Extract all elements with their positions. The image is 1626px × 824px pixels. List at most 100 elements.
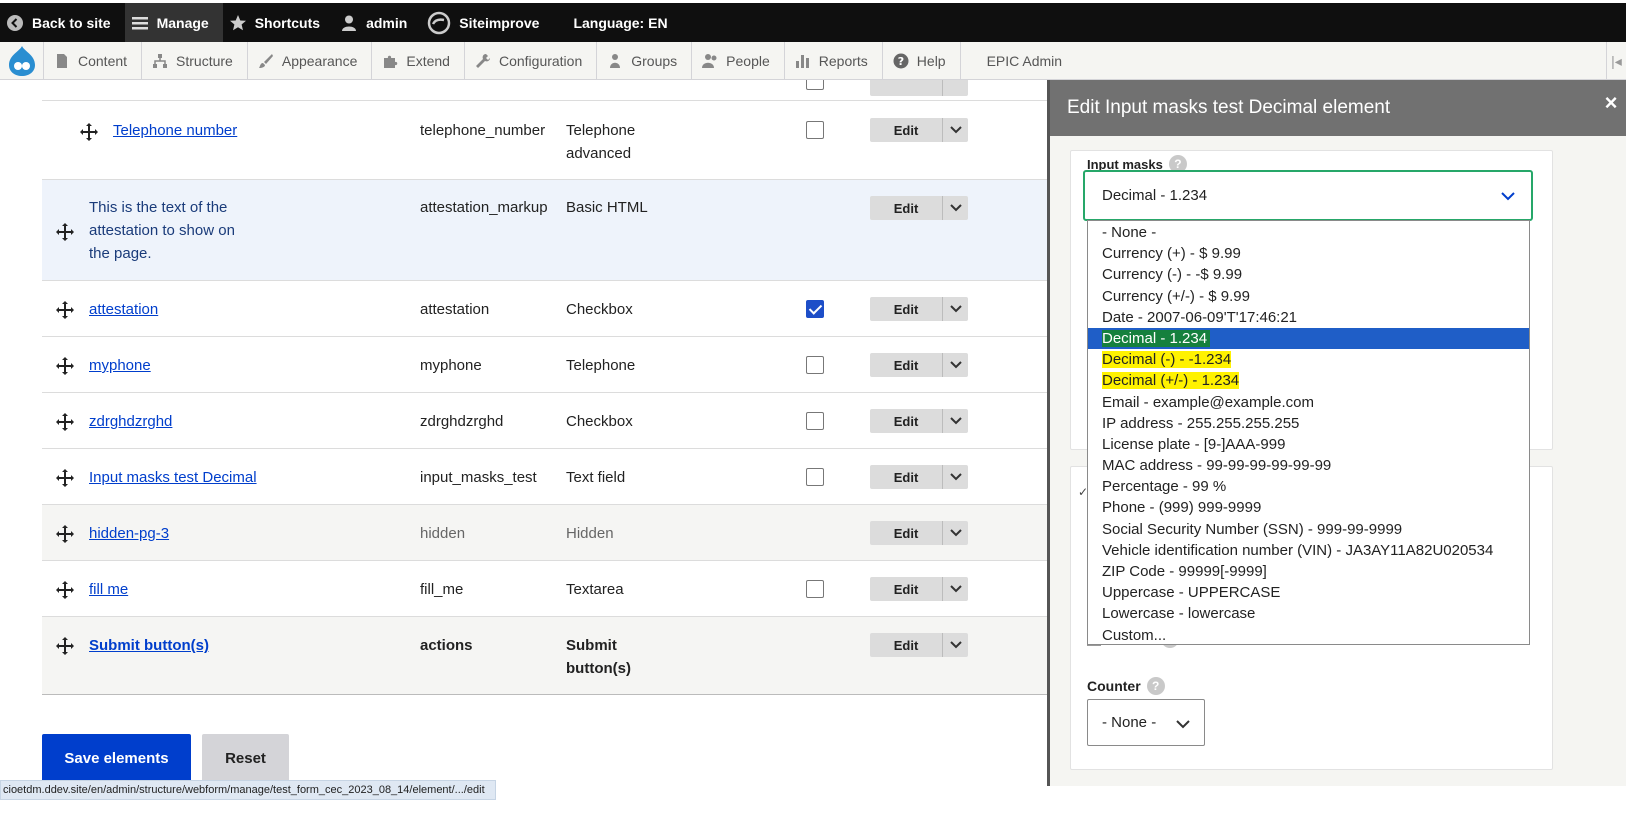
reset-button[interactable]: Reset — [202, 734, 289, 782]
dropdown-option[interactable]: License plate - [9-]AAA-999 — [1088, 434, 1529, 455]
star-icon — [229, 14, 247, 32]
status-bar-url: cioetdm.ddev.site/en/admin/structure/web… — [0, 780, 496, 800]
dropdown-option[interactable]: Decimal (-) - -1.234 — [1088, 349, 1529, 370]
required-checkbox[interactable] — [806, 468, 824, 486]
chevron-down-icon[interactable] — [942, 521, 968, 545]
drag-handle-icon[interactable] — [55, 356, 75, 376]
dropdown-option[interactable]: MAC address - 99-99-99-99-99-99 — [1088, 455, 1529, 476]
dropdown-option[interactable]: - None - — [1088, 222, 1529, 243]
drag-handle-icon[interactable] — [55, 300, 75, 320]
drag-handle-icon[interactable] — [55, 222, 75, 242]
chevron-down-icon[interactable] — [942, 633, 968, 657]
back-to-site-link[interactable]: Back to site — [0, 3, 125, 42]
edit-split-button[interactable]: Edit — [870, 409, 968, 433]
dropdown-option[interactable]: Vehicle identification number (VIN) - JA… — [1088, 540, 1529, 561]
edit-split-button[interactable]: Edit — [870, 196, 968, 220]
required-checkbox[interactable] — [806, 412, 824, 430]
help-icon[interactable]: ? — [1146, 677, 1165, 695]
edit-split-button[interactable]: Edit — [870, 297, 968, 321]
required-checkbox[interactable] — [806, 80, 824, 90]
element-title-link[interactable]: Input masks test Decimal — [89, 466, 257, 489]
chevron-down-icon[interactable] — [942, 353, 968, 377]
element-type: Telephone advanced — [566, 122, 636, 162]
chevron-down-icon[interactable] — [942, 297, 968, 321]
tray-people[interactable]: People — [692, 41, 785, 80]
required-checkbox[interactable] — [806, 580, 824, 598]
chevron-down-icon[interactable] — [942, 118, 968, 142]
chevron-down-icon[interactable] — [942, 577, 968, 601]
chevron-down-icon[interactable] — [942, 409, 968, 433]
tray-epic-admin[interactable]: EPIC Admin — [961, 53, 1088, 69]
element-title-link[interactable]: hidden-pg-3 — [89, 522, 169, 545]
input-masks-select[interactable]: Decimal - 1.234 — [1083, 170, 1533, 221]
edit-split-button[interactable] — [870, 80, 968, 96]
edit-split-button[interactable]: Edit — [870, 465, 968, 489]
dropdown-option[interactable]: IP address - 255.255.255.255 — [1088, 413, 1529, 434]
language-switcher[interactable]: Language: EN — [553, 3, 681, 42]
manage-tab[interactable]: Manage — [124, 3, 223, 42]
counter-select[interactable]: - None - — [1087, 699, 1205, 746]
dropdown-option[interactable]: Currency (-) - -$ 9.99 — [1088, 264, 1529, 285]
shortcuts-label: Shortcuts — [254, 14, 321, 31]
element-title-link[interactable]: Submit button(s) — [89, 634, 209, 657]
element-title-link[interactable]: fill me — [89, 578, 128, 601]
table-row: Input masks test Decimal input_masks_tes… — [42, 449, 1047, 505]
edit-split-button[interactable]: Edit — [870, 353, 968, 377]
required-checkbox[interactable] — [806, 300, 824, 318]
drag-handle-icon[interactable] — [55, 524, 75, 544]
tray-content[interactable]: Content — [44, 41, 143, 80]
tray-extend[interactable]: Extend — [372, 41, 465, 80]
element-title[interactable]: This is the text of the attestation to s… — [89, 196, 259, 265]
tray-structure[interactable]: Structure — [142, 41, 248, 80]
dropdown-option[interactable]: Percentage - 99 % — [1088, 476, 1529, 497]
edit-button-label: Edit — [893, 413, 919, 429]
dropdown-option[interactable]: Social Security Number (SSN) - 999-99-99… — [1088, 519, 1529, 540]
element-key: telephone_number — [420, 122, 546, 139]
tray-configuration[interactable]: Configuration — [465, 41, 598, 80]
chevron-down-icon — [1501, 189, 1515, 206]
siteimprove-tab[interactable]: Siteimprove — [421, 3, 553, 42]
element-title-link[interactable]: Telephone number — [113, 119, 237, 142]
element-title-link[interactable]: attestation — [89, 298, 158, 321]
dropdown-option-selected[interactable]: Decimal - 1.234 — [1088, 327, 1529, 350]
dropdown-option[interactable]: Decimal (+/-) - 1.234 — [1088, 370, 1529, 391]
dropdown-option[interactable]: Phone - (999) 999-9999 — [1088, 497, 1529, 518]
shortcuts-tab[interactable]: Shortcuts — [223, 3, 334, 42]
tray-help[interactable]: ? Help — [883, 41, 961, 80]
chevron-down-icon[interactable] — [942, 465, 968, 489]
option-label: License plate - [9-]AAA-999 — [1102, 435, 1286, 453]
drag-handle-icon[interactable] — [55, 412, 75, 432]
option-label: ZIP Code - 99999[-9999] — [1102, 563, 1267, 580]
required-checkbox[interactable] — [806, 121, 824, 139]
drag-handle-icon[interactable] — [55, 468, 75, 488]
dropdown-option[interactable]: Date - 2007-06-09'T'17:46:21 — [1088, 307, 1529, 328]
element-title-link[interactable]: myphone — [89, 354, 151, 377]
drag-handle-icon[interactable] — [55, 636, 75, 656]
drag-handle-icon[interactable] — [79, 122, 99, 142]
dropdown-option[interactable]: Currency (+) - $ 9.99 — [1088, 243, 1529, 264]
edit-split-button[interactable]: Edit — [870, 118, 968, 142]
tray-orientation-toggle-icon[interactable]: |◂ — [1606, 42, 1626, 80]
element-title-link[interactable]: zdrghdzrghd — [89, 410, 172, 433]
dropdown-option[interactable]: Lowercase - lowercase — [1088, 603, 1529, 624]
edit-split-button[interactable]: Edit — [870, 521, 968, 545]
dropdown-option[interactable]: Uppercase - UPPERCASE — [1088, 582, 1529, 603]
drag-handle-icon[interactable] — [55, 580, 75, 600]
dropdown-option[interactable]: Email - example@example.com — [1088, 392, 1529, 413]
tray-groups[interactable]: Groups — [597, 41, 693, 80]
edit-button-label: Edit — [893, 301, 919, 317]
user-label: admin — [366, 14, 408, 31]
chevron-down-icon[interactable] — [942, 196, 968, 220]
dropdown-option[interactable]: Custom... — [1088, 625, 1529, 646]
edit-split-button[interactable]: Edit — [870, 577, 968, 601]
tray-appearance[interactable]: Appearance — [248, 41, 373, 80]
dropdown-option[interactable]: Currency (+/-) - $ 9.99 — [1088, 286, 1529, 307]
close-icon[interactable]: × — [1600, 90, 1622, 115]
drupal-logo-icon[interactable] — [0, 41, 44, 80]
dropdown-option[interactable]: ZIP Code - 99999[-9999] — [1088, 561, 1529, 582]
user-tab[interactable]: admin — [334, 3, 421, 42]
tray-reports[interactable]: Reports — [785, 41, 883, 80]
required-checkbox[interactable] — [806, 356, 824, 374]
edit-split-button[interactable]: Edit — [870, 633, 968, 657]
save-elements-button[interactable]: Save elements — [42, 734, 191, 782]
